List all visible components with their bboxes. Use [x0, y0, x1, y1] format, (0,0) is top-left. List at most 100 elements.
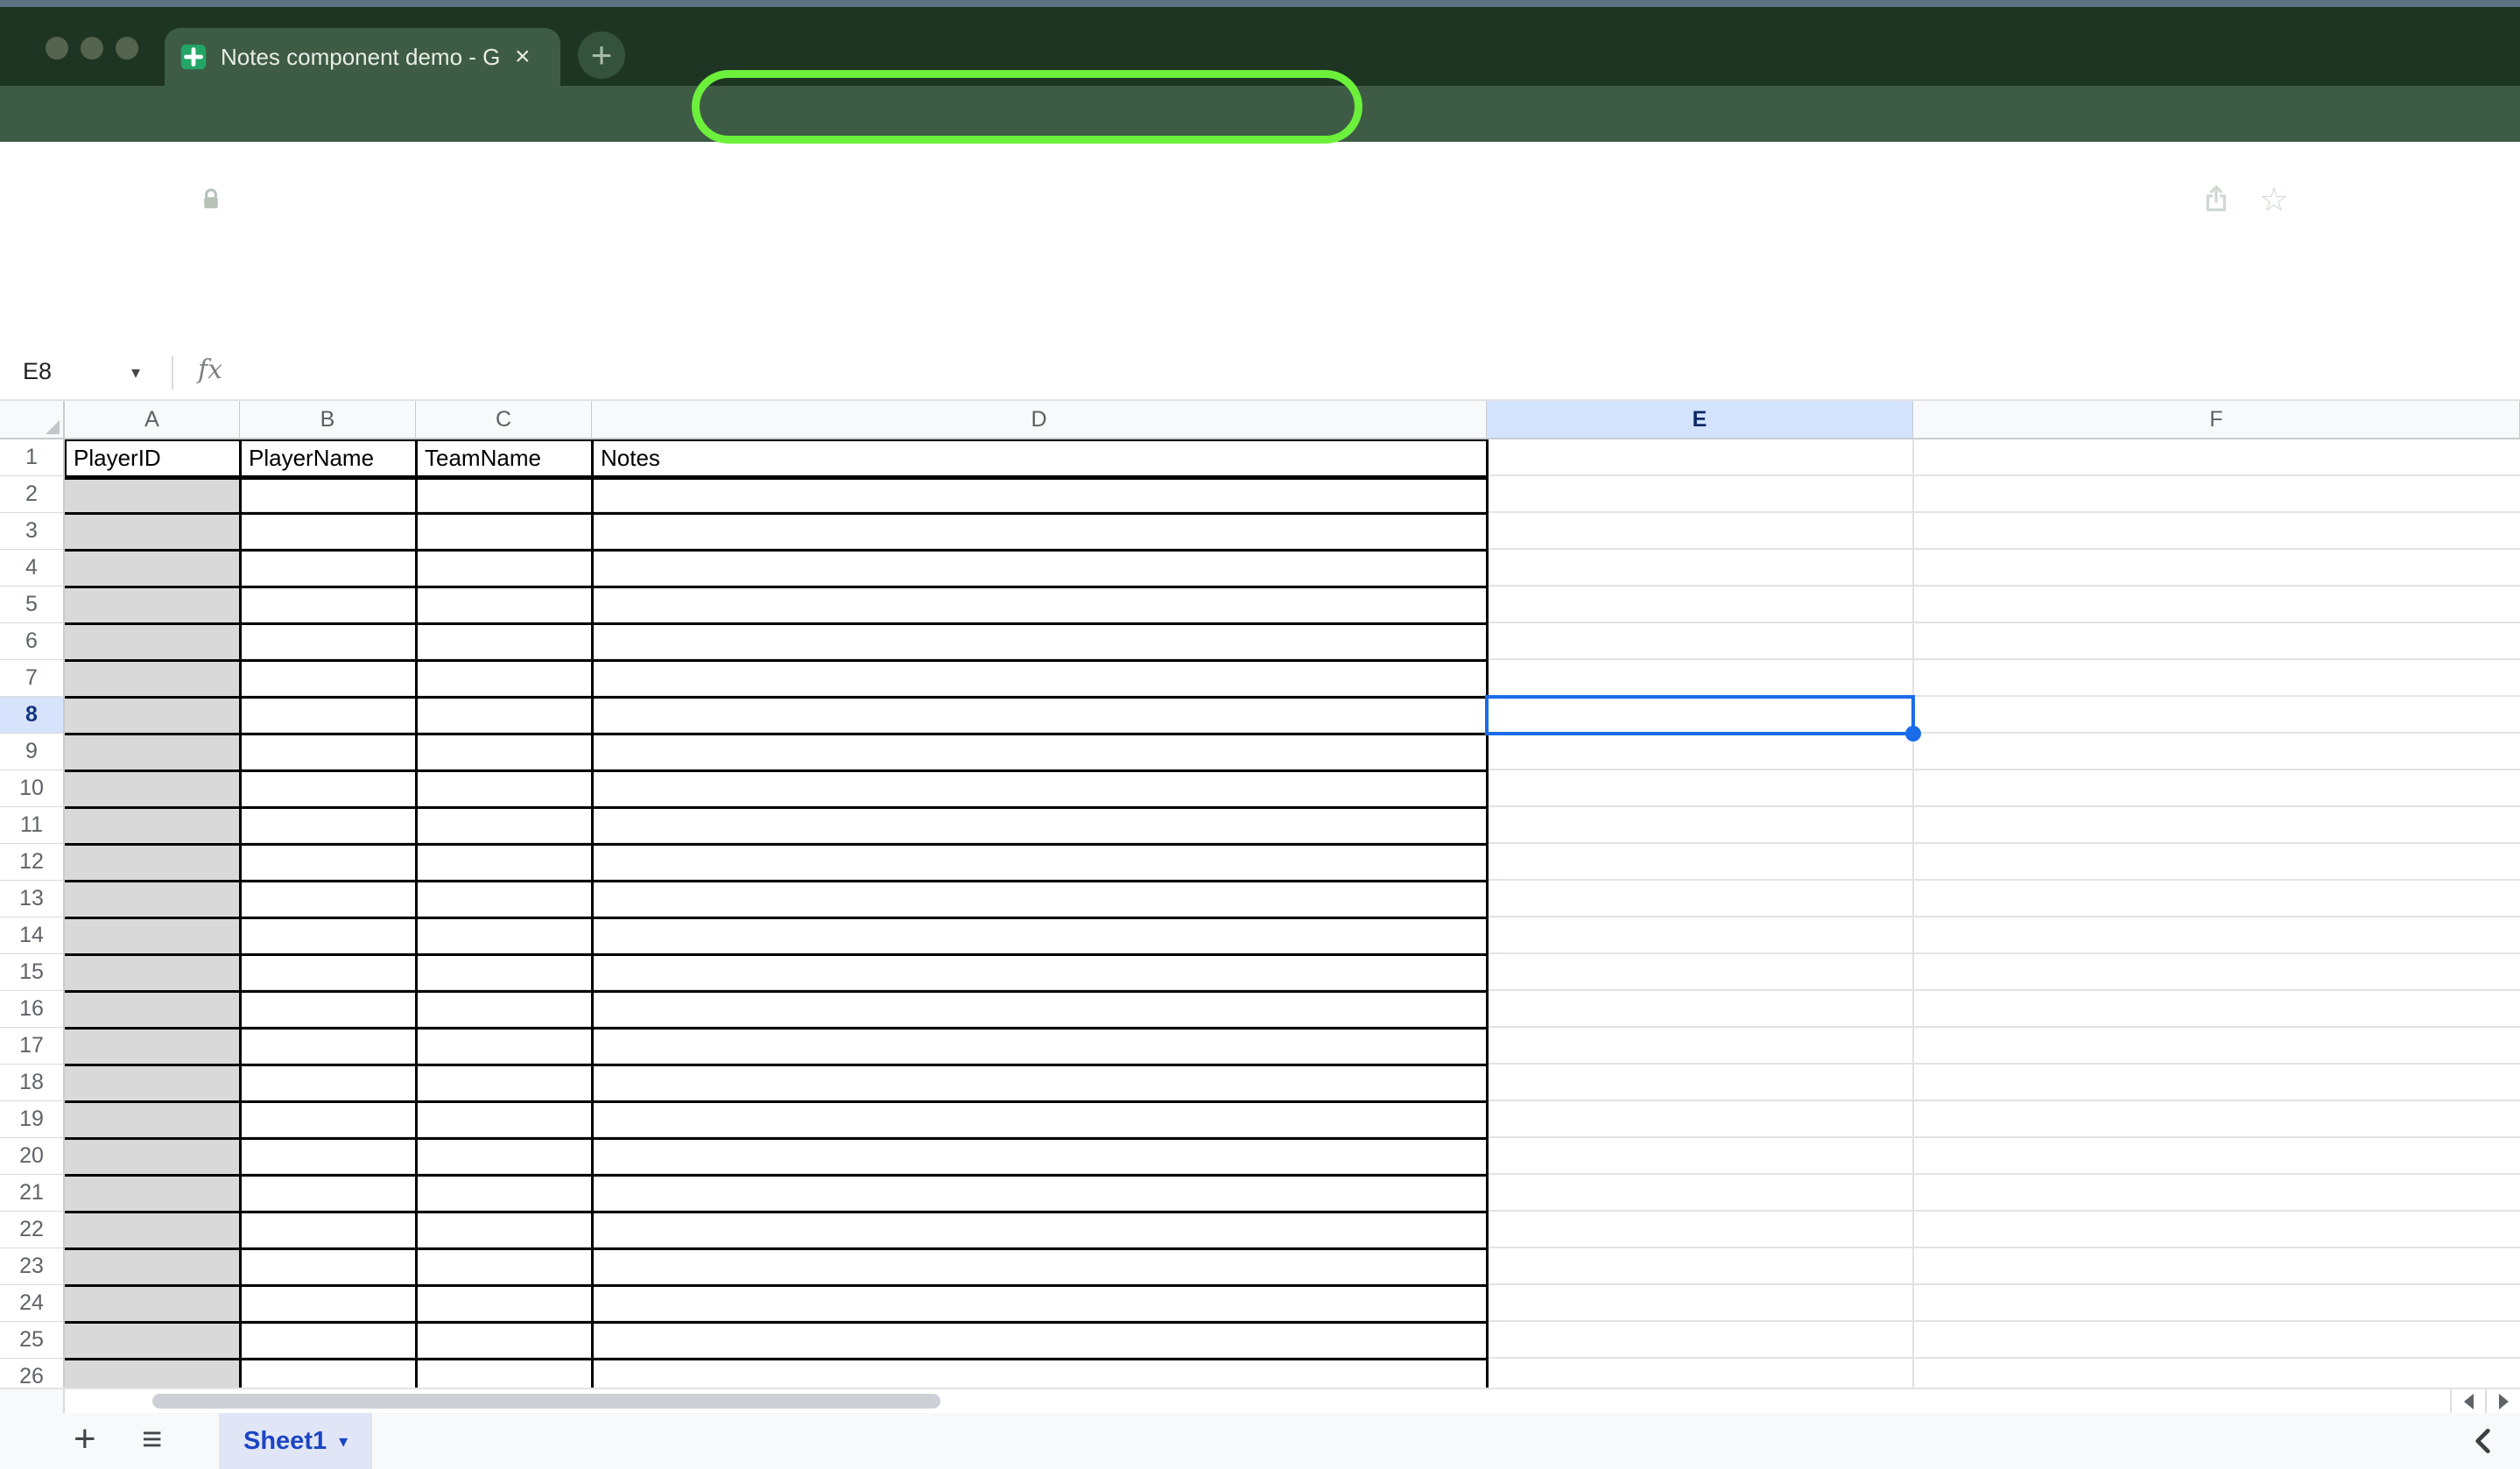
formula-divider: [172, 356, 173, 390]
table-border-horizontal: [65, 806, 1487, 809]
row-header-10[interactable]: 10: [0, 770, 65, 807]
table-border-horizontal: [65, 622, 1487, 625]
table-border-horizontal: [65, 549, 1487, 552]
row-header-12[interactable]: 12: [0, 844, 65, 881]
tab-title: Notes component demo - Goo: [221, 44, 501, 71]
horizontal-scrollbar-thumb[interactable]: [152, 1394, 940, 1409]
window-zoom-button[interactable]: [116, 37, 138, 60]
formula-input[interactable]: [254, 355, 2502, 390]
cell-C1[interactable]: TeamName: [416, 439, 592, 476]
window-controls: [46, 37, 138, 60]
browser-tab[interactable]: Notes component demo - Goo ×: [165, 28, 560, 86]
row-header-2[interactable]: 2: [0, 476, 65, 513]
new-tab-button[interactable]: +: [578, 32, 625, 79]
toolbar-row: ↶↷100%▾$%.0←.00→123Defaul...▾−10+BISA▾▾▾…: [0, 267, 2520, 346]
table-border-horizontal: [65, 1248, 1487, 1250]
sheet-name: Sheet1: [243, 1427, 327, 1456]
table-border-horizontal: [65, 512, 1487, 515]
name-box[interactable]: E8: [23, 358, 52, 385]
share-page-icon[interactable]: [2200, 182, 2233, 215]
row-header-1[interactable]: 1: [0, 439, 65, 476]
bookmark-star-icon[interactable]: ☆: [2259, 180, 2289, 220]
row-header-24[interactable]: 24: [0, 1285, 65, 1322]
column-header-B[interactable]: B: [240, 401, 416, 439]
column-header-A[interactable]: A: [65, 401, 240, 439]
row-header-17[interactable]: 17: [0, 1028, 65, 1065]
fx-icon: fx: [198, 355, 222, 385]
table-border-horizontal: [65, 696, 1487, 699]
window-close-button[interactable]: [46, 37, 68, 60]
table-border-horizontal: [65, 1211, 1487, 1213]
table-border-horizontal: [65, 990, 1487, 993]
table-border-vertical: [1486, 439, 1489, 1388]
row-header-25[interactable]: 25: [0, 1322, 65, 1359]
column-header-F[interactable]: F: [1913, 401, 2520, 439]
row-header-3[interactable]: 3: [0, 513, 65, 550]
table-border-horizontal: [65, 1284, 1487, 1287]
select-all-corner[interactable]: [0, 401, 65, 439]
row-header-19[interactable]: 19: [0, 1101, 65, 1138]
row-header-4[interactable]: 4: [0, 550, 65, 587]
scroll-left-button[interactable]: [2450, 1389, 2485, 1413]
row-header-15[interactable]: 15: [0, 954, 65, 991]
table-border-horizontal: [65, 1174, 1487, 1177]
row-header-6[interactable]: 6: [0, 623, 65, 660]
name-box-caret-icon[interactable]: ▾: [131, 362, 140, 383]
sheets-header: Notes component demo ☆ FileEditViewInser…: [0, 142, 2520, 267]
table-border-horizontal: [65, 843, 1487, 846]
row-header-5[interactable]: 5: [0, 587, 65, 623]
column-header-D[interactable]: D: [592, 401, 1487, 439]
fill-handle[interactable]: [1905, 726, 1921, 742]
sheets-favicon-icon: [179, 42, 208, 72]
scroll-right-button[interactable]: [2485, 1389, 2520, 1413]
row-header-18[interactable]: 18: [0, 1065, 65, 1101]
row-header-8[interactable]: 8: [0, 697, 65, 734]
row-header-7[interactable]: 7: [0, 660, 65, 697]
row-header-16[interactable]: 16: [0, 991, 65, 1028]
row-header-14[interactable]: 14: [0, 917, 65, 954]
table-border-horizontal: [65, 917, 1487, 919]
table-border-horizontal: [65, 1137, 1487, 1140]
scrollbar-corner: [0, 1389, 65, 1413]
cell-D1[interactable]: Notes: [592, 439, 1487, 476]
row-header-26[interactable]: 26: [0, 1359, 65, 1388]
table-border-vertical: [239, 439, 242, 1388]
scroll-right-icon: [2499, 1394, 2509, 1409]
select-all-triangle-icon: [46, 420, 60, 434]
show-side-panel-icon[interactable]: [2467, 1423, 2502, 1458]
gray-filled-cells[interactable]: [65, 476, 240, 1388]
row-header-11[interactable]: 11: [0, 807, 65, 844]
table-border-vertical: [415, 439, 418, 1388]
row-header-23[interactable]: 23: [0, 1248, 65, 1285]
table-border-horizontal: [65, 953, 1487, 956]
window-edge: [0, 0, 2520, 7]
table-border-horizontal: [65, 1064, 1487, 1066]
row-header-9[interactable]: 9: [0, 734, 65, 770]
tab-close-icon[interactable]: ×: [515, 44, 531, 70]
row-header-21[interactable]: 21: [0, 1175, 65, 1212]
table-border-horizontal: [65, 1358, 1487, 1360]
active-cell-selection[interactable]: [1485, 695, 1915, 735]
row-header-22[interactable]: 22: [0, 1212, 65, 1248]
lock-icon: [196, 185, 226, 214]
row-header-20[interactable]: 20: [0, 1138, 65, 1175]
window-minimize-button[interactable]: [81, 37, 103, 60]
table-border-horizontal: [65, 770, 1487, 772]
column-header-C[interactable]: C: [416, 401, 592, 439]
cell-B1[interactable]: PlayerName: [240, 439, 416, 476]
spreadsheet-grid[interactable]: ABCDEF1234567891011121314151617181920212…: [0, 401, 2520, 1388]
sheet-tab-bar: + ≡ Sheet1 ▾: [0, 1413, 2520, 1469]
all-sheets-icon[interactable]: ≡: [142, 1420, 162, 1458]
table-border-vertical: [591, 439, 594, 1388]
row-header-13[interactable]: 13: [0, 881, 65, 917]
grid-body[interactable]: PlayerIDPlayerNameTeamNameNotes: [65, 439, 2520, 1388]
sheet-menu-caret-icon[interactable]: ▾: [339, 1430, 348, 1452]
scroll-left-icon: [2464, 1394, 2474, 1409]
cell-A1[interactable]: PlayerID: [65, 439, 240, 476]
table-border-horizontal: [65, 733, 1487, 735]
table-border-horizontal: [65, 1027, 1487, 1030]
column-header-E[interactable]: E: [1487, 401, 1913, 439]
add-sheet-button[interactable]: +: [74, 1420, 96, 1458]
formula-bar: E8 ▾ fx: [0, 346, 2520, 401]
sheet-tab-active[interactable]: Sheet1 ▾: [219, 1413, 372, 1469]
